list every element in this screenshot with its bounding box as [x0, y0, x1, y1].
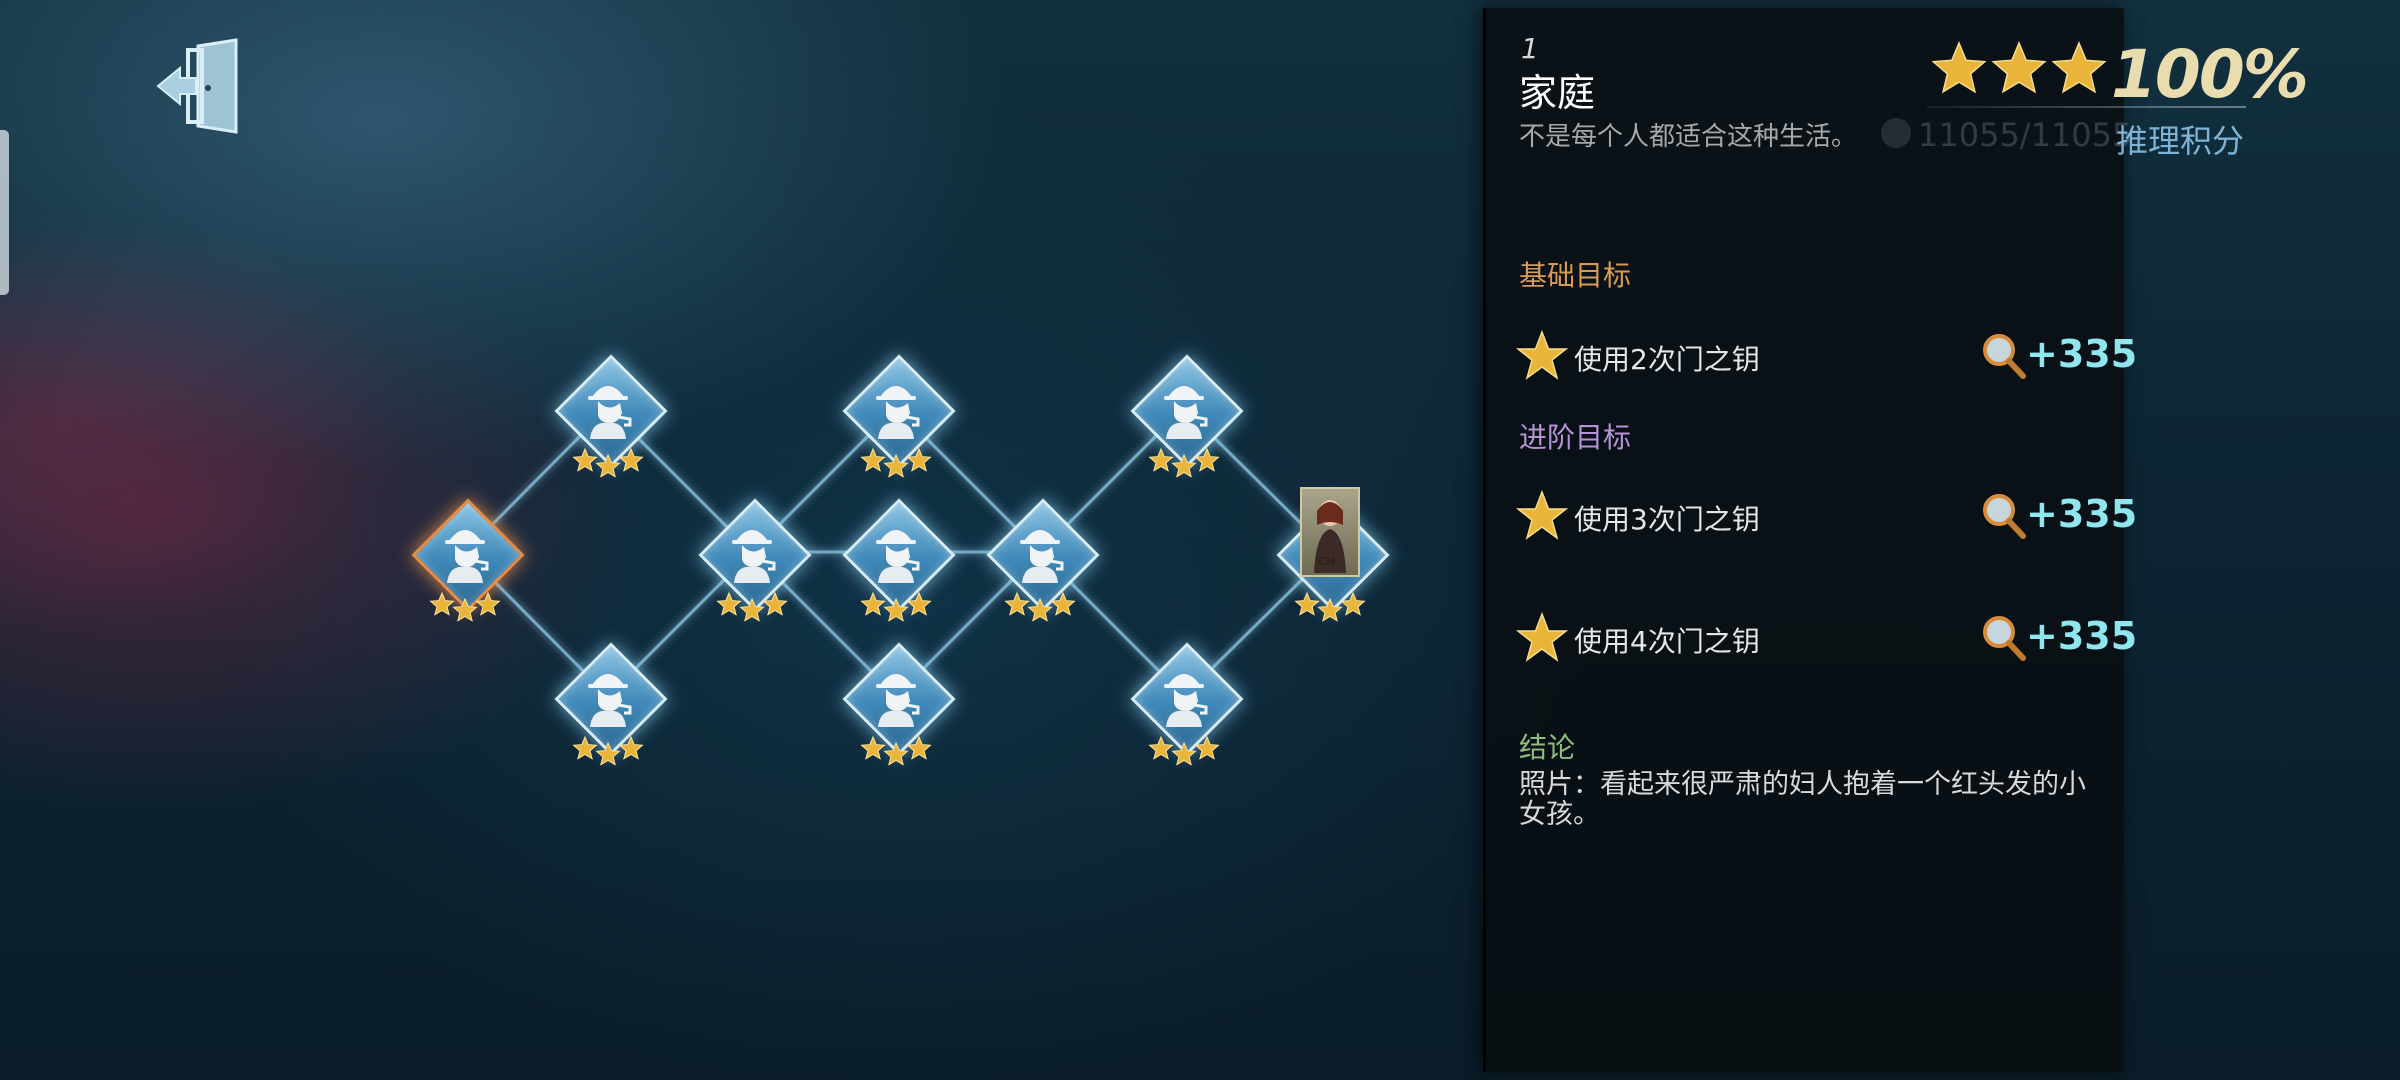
star-icon	[906, 735, 932, 760]
star-icon	[572, 735, 598, 760]
chapter-node[interactable]	[841, 497, 956, 637]
score-counter: 11055/11055	[1918, 116, 2133, 154]
node-rating-stars	[1004, 591, 1076, 622]
chapter-node[interactable]	[697, 497, 812, 637]
node-rating-stars	[1148, 735, 1220, 766]
node-rating-stars	[860, 447, 932, 478]
node-rating-stars	[860, 735, 932, 766]
detective-icon	[732, 530, 776, 583]
chapter-node[interactable]	[1129, 353, 1244, 493]
star-icon	[452, 597, 478, 622]
rating-star-icon	[2051, 41, 2107, 94]
goal-reward: +335	[2026, 332, 2138, 376]
star-icon	[1515, 489, 1569, 540]
star-icon	[1148, 735, 1174, 760]
rating-stars	[1931, 41, 2107, 94]
chapter-node[interactable]	[841, 641, 956, 781]
chapter-detail-panel: 1 家庭 不是每个人都适合这种生活。 11055/11055 推理积分 100%…	[1483, 8, 2309, 1072]
goal-row: 使用2次门之钥 +335	[1514, 326, 2137, 388]
star-icon	[739, 597, 765, 622]
detective-icon	[1164, 674, 1208, 727]
star-icon	[595, 741, 621, 766]
star-icon	[1050, 591, 1076, 616]
chapter-node[interactable]	[553, 353, 668, 493]
star-icon	[1004, 591, 1030, 616]
star-icon	[860, 591, 886, 616]
chapter-node[interactable]	[1129, 641, 1244, 781]
goal-reward: +335	[2026, 614, 2138, 658]
detective-icon	[588, 674, 632, 727]
star-icon	[906, 447, 932, 472]
star-icon	[762, 591, 788, 616]
chapter-title: 家庭	[1519, 71, 1596, 115]
chapter-number: 1	[1521, 32, 1539, 65]
advanced-goals-header: 进阶目标	[1519, 421, 1632, 454]
detective-icon	[876, 674, 920, 727]
star-icon	[883, 597, 909, 622]
detective-icon	[876, 530, 920, 583]
chapter-subtitle: 不是每个人都适合这种生活。	[1519, 122, 1858, 152]
star-icon	[1294, 591, 1320, 616]
star-icon	[572, 447, 598, 472]
portrait-label: CN	[1318, 555, 1336, 568]
star-icon	[906, 591, 932, 616]
chapter-node[interactable]	[841, 353, 956, 493]
star-icon	[595, 453, 621, 478]
chapter-node[interactable]	[985, 497, 1100, 637]
star-icon	[1194, 447, 1220, 472]
chapter-node-final[interactable]: CN	[1275, 487, 1390, 637]
star-icon	[883, 453, 909, 478]
completion-percentage: 100%	[2111, 36, 2309, 113]
detective-icon	[876, 386, 920, 439]
detective-icon	[588, 386, 632, 439]
star-icon	[860, 735, 886, 760]
magnifier-icon	[1983, 334, 2026, 379]
star-icon	[1171, 741, 1197, 766]
score-icon	[1881, 118, 1911, 148]
node-rating-stars	[1294, 591, 1366, 622]
star-icon	[1171, 453, 1197, 478]
detective-icon	[445, 530, 489, 583]
detective-icon	[1164, 386, 1208, 439]
star-icon	[1515, 611, 1569, 662]
node-rating-stars	[572, 735, 644, 766]
star-icon	[1194, 735, 1220, 760]
detective-icon	[1020, 530, 1064, 583]
goal-reward: +335	[2026, 492, 2138, 536]
star-icon	[716, 591, 742, 616]
node-rating-stars	[860, 591, 932, 622]
star-icon	[1027, 597, 1053, 622]
magnifier-icon	[1983, 494, 2026, 539]
node-rating-stars	[1148, 447, 1220, 478]
node-rating-stars	[572, 447, 644, 478]
score-label: 推理积分	[2116, 122, 2245, 160]
star-icon	[1317, 597, 1343, 622]
rating-star-icon	[1931, 41, 1987, 94]
goal-text: 使用2次门之钥	[1574, 343, 1760, 376]
star-icon	[429, 591, 455, 616]
star-icon	[1148, 447, 1174, 472]
star-icon	[883, 741, 909, 766]
node-rating-stars	[429, 591, 501, 622]
conclusion-text: 照片：看起来很严肃的妇人抱着一个红头发的小女孩。	[1519, 769, 2086, 830]
goal-row: 使用3次门之钥 +335	[1514, 486, 2137, 548]
star-icon	[1515, 329, 1569, 380]
chapter-map: CN	[0, 0, 1480, 1080]
goal-text: 使用4次门之钥	[1574, 625, 1760, 658]
chapter-node[interactable]	[553, 641, 668, 781]
star-icon	[475, 591, 501, 616]
chapter-node[interactable]	[410, 497, 525, 637]
goal-text: 使用3次门之钥	[1574, 503, 1760, 536]
character-portrait-icon: CN	[1300, 487, 1360, 577]
node-rating-stars	[716, 591, 788, 622]
star-icon	[618, 447, 644, 472]
star-icon	[1340, 591, 1366, 616]
rating-star-icon	[1991, 41, 2047, 94]
basic-goals-header: 基础目标	[1519, 259, 1632, 292]
star-icon	[860, 447, 886, 472]
magnifier-icon	[1983, 616, 2026, 661]
goal-row: 使用4次门之钥 +335	[1514, 608, 2137, 670]
star-icon	[618, 735, 644, 760]
conclusion-header: 结论	[1519, 731, 1576, 764]
